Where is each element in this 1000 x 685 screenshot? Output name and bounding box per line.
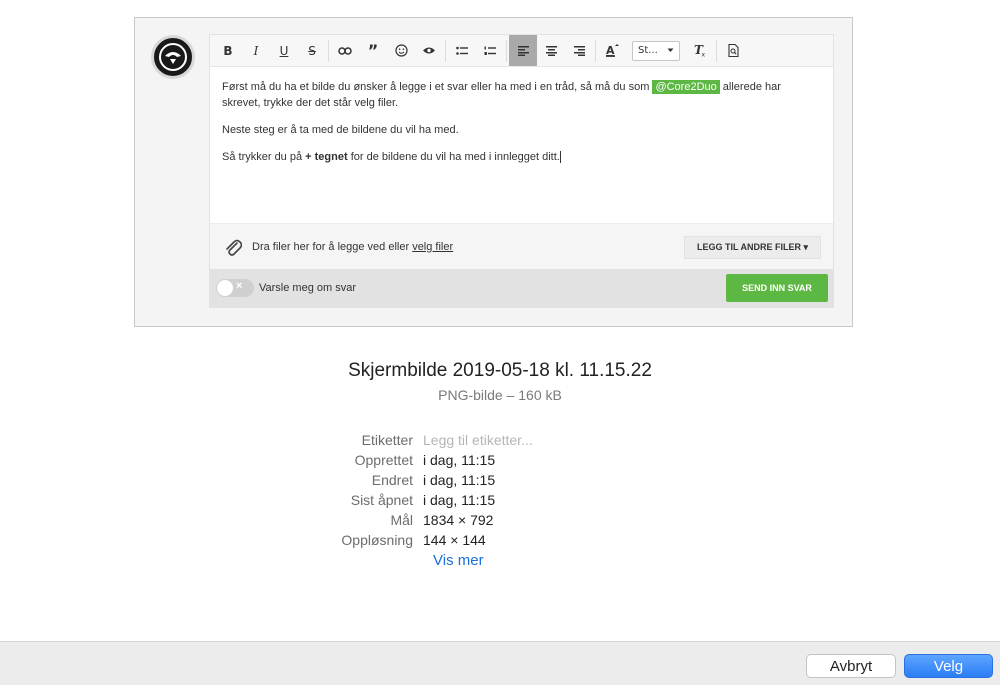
- preview-document-icon[interactable]: [719, 35, 747, 66]
- file-type-size: PNG-bilde – 160 kB: [438, 387, 562, 403]
- emoji-icon[interactable]: [387, 35, 415, 66]
- meta-value: 144 × 144: [423, 532, 486, 548]
- file-chooser-preview: B I U S ” A St... T x Først må du ha et …: [0, 0, 1000, 685]
- meta-value: i dag, 11:15: [423, 452, 496, 468]
- underline-button[interactable]: U: [270, 35, 298, 66]
- choose-button[interactable]: Velg: [904, 654, 993, 678]
- meta-value: i dag, 11:15: [423, 492, 496, 508]
- align-right-icon[interactable]: [565, 35, 593, 66]
- meta-key: Endret: [371, 472, 413, 488]
- svg-text:x: x: [702, 52, 706, 58]
- italic-button[interactable]: I: [242, 35, 270, 66]
- editor-body[interactable]: Først må du ha et bilde du ønsker å legg…: [210, 67, 833, 223]
- align-center-icon[interactable]: [537, 35, 565, 66]
- bold-button[interactable]: B: [214, 35, 242, 66]
- text-color-icon[interactable]: A: [598, 35, 626, 66]
- cancel-button[interactable]: Avbryt: [806, 654, 896, 678]
- paragraph-2: Neste steg er å ta med de bildene du vil…: [222, 124, 459, 136]
- toggle-off-icon: ×: [236, 280, 243, 292]
- meta-key: Etiketter: [361, 432, 413, 448]
- style-select[interactable]: St...: [632, 40, 680, 61]
- notify-toggle-label: Varsle meg om svar: [259, 282, 356, 294]
- link-icon[interactable]: [331, 35, 359, 66]
- quote-button[interactable]: ”: [359, 35, 387, 66]
- meta-row-created: Opprettet i dag, 11:15: [0, 450, 1000, 470]
- tags-input[interactable]: Legg til etiketter...: [423, 430, 533, 450]
- meta-key: Opprettet: [354, 452, 413, 468]
- editor-footer: × Varsle meg om svar SEND INN SVAR: [210, 269, 833, 307]
- add-other-files-button[interactable]: LEGG TIL ANDRE FILER ▾: [683, 236, 821, 259]
- spoiler-eye-icon[interactable]: [415, 35, 443, 66]
- editor-toolbar: B I U S ” A St... T x: [210, 35, 833, 67]
- chevron-down-icon: [667, 48, 674, 52]
- paragraph-3: Så trykker du på + tegnet for de bildene…: [222, 151, 561, 163]
- choose-files-link[interactable]: velg filer: [412, 241, 453, 253]
- toggle-knob: [217, 280, 233, 296]
- svg-text:A: A: [606, 44, 615, 57]
- paragraph-1: Først må du ha et bilde du ønsker å legg…: [222, 80, 781, 109]
- meta-value: i dag, 11:15: [423, 472, 496, 488]
- align-left-icon[interactable]: [509, 35, 537, 66]
- strikethrough-button[interactable]: S: [298, 35, 326, 66]
- file-name: Skjermbilde 2019-05-18 kl. 11.15.22: [348, 360, 652, 381]
- meta-key: Mål: [390, 512, 413, 528]
- file-metadata: Etiketter Legg til etiketter... Opprette…: [0, 430, 1000, 550]
- image-preview: B I U S ” A St... T x Først må du ha et …: [134, 17, 853, 327]
- user-mention[interactable]: @Core2Duo: [652, 80, 720, 94]
- show-more-link[interactable]: Vis mer: [433, 552, 484, 569]
- dialog-button-bar: Avbryt Velg: [0, 641, 1000, 685]
- file-dropzone[interactable]: Dra filer her for å legge ved eller velg…: [210, 223, 833, 269]
- toolbar-divider: [506, 39, 507, 62]
- toolbar-divider: [445, 39, 446, 62]
- numbered-list-icon[interactable]: [476, 35, 504, 66]
- reply-editor: B I U S ” A St... T x Først må du ha et …: [209, 34, 834, 308]
- meta-key: Oppløsning: [341, 532, 413, 548]
- toolbar-divider: [595, 39, 596, 62]
- notify-toggle[interactable]: ×: [216, 279, 254, 297]
- meta-row-resolution: Oppløsning 144 × 144: [0, 530, 1000, 550]
- skoda-logo-icon: [159, 43, 187, 71]
- style-select-value: St...: [638, 45, 658, 56]
- send-reply-button[interactable]: SEND INN SVAR: [726, 274, 828, 302]
- toolbar-divider: [716, 39, 717, 62]
- avatar: [151, 35, 195, 79]
- meta-row-modified: Endret i dag, 11:15: [0, 470, 1000, 490]
- dropzone-text: Dra filer her for å legge ved eller velg…: [252, 240, 454, 253]
- toolbar-divider: [328, 39, 329, 62]
- meta-row-tags: Etiketter Legg til etiketter...: [0, 430, 1000, 450]
- meta-key: Sist åpnet: [350, 492, 413, 508]
- clear-formatting-icon[interactable]: Tx: [686, 35, 714, 66]
- meta-value: 1834 × 792: [423, 512, 494, 528]
- bullet-list-icon[interactable]: [448, 35, 476, 66]
- meta-row-last-opened: Sist åpnet i dag, 11:15: [0, 490, 1000, 510]
- meta-row-dimensions: Mål 1834 × 792: [0, 510, 1000, 530]
- paperclip-icon: [222, 236, 244, 258]
